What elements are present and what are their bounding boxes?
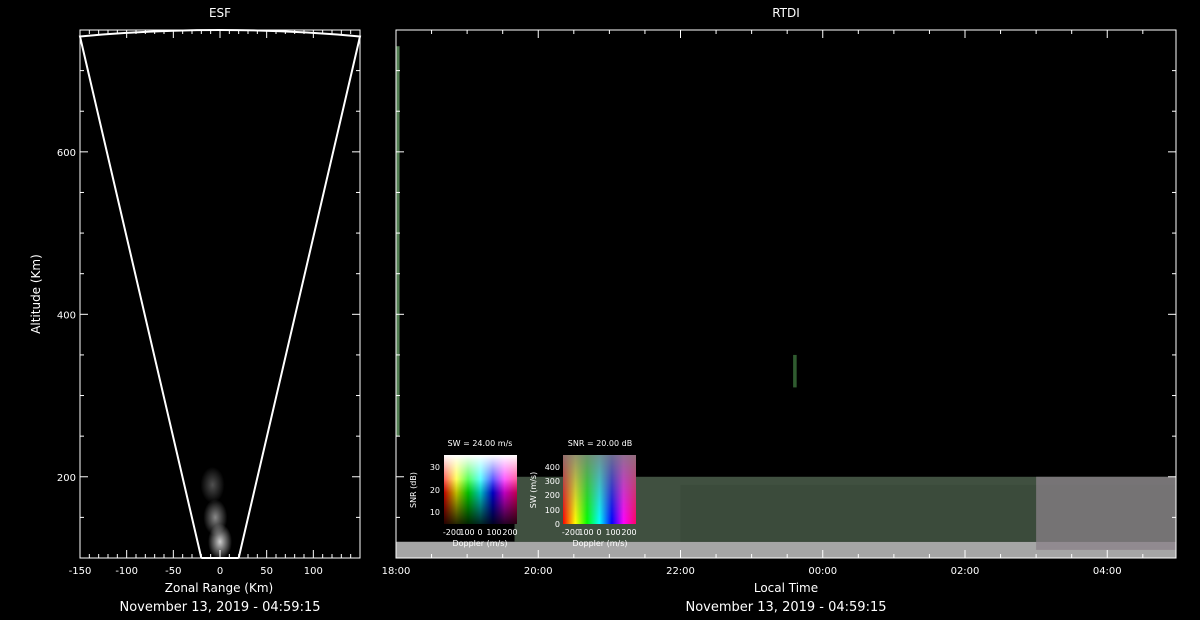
color-key-snr-ytick: 100 xyxy=(545,506,560,515)
color-key-sw-ylabel: SNR (dB) xyxy=(409,472,418,508)
esf-y-tick-label: 200 xyxy=(57,473,76,484)
color-key-sw: SW = 24.00 m/s SNR (dB) 30 20 10 -200 10… xyxy=(409,439,518,548)
color-key-sw-ytick: 10 xyxy=(430,508,440,517)
color-key-snr-ytick: 0 xyxy=(555,520,560,529)
color-key-snr-ytick: 200 xyxy=(545,491,560,500)
esf-ylabel: Altitude (Km) xyxy=(29,254,43,334)
esf-echo-blob xyxy=(203,499,228,536)
color-key-sw-title: SW = 24.00 m/s xyxy=(448,439,513,448)
color-key-sw-ytick: 20 xyxy=(430,486,440,495)
color-key-snr-ytick: 300 xyxy=(545,477,560,486)
rtdi-echo-region xyxy=(396,46,400,437)
esf-x-tick-label: -150 xyxy=(69,566,92,577)
color-key-snr-ytick: 400 xyxy=(545,463,560,472)
esf-x-tick-label: 50 xyxy=(260,566,273,577)
esf-footer-date: November 13, 2019 - 04:59:15 xyxy=(120,600,321,615)
esf-rtdi-figure: ESF -150 -100 -50 0 50 100200400600 Zonal Ran… xyxy=(29,6,1177,615)
rtdi-echo-region xyxy=(1036,476,1176,550)
color-key-snr-xtick: 0 xyxy=(596,528,601,537)
esf-x-tick-label: -50 xyxy=(165,566,181,577)
rtdi-xlabel: Local Time xyxy=(754,581,818,595)
esf-echo-blob xyxy=(200,466,225,503)
rtdi-title: RTDI xyxy=(772,6,800,20)
esf-y-tick-label: 600 xyxy=(57,148,76,159)
color-key-snr-xtick: 200 xyxy=(621,528,636,537)
color-key-sw-black-overlay xyxy=(444,455,517,524)
esf-title: ESF xyxy=(209,6,231,20)
rtdi-x-tick-label: 02:00 xyxy=(951,566,980,577)
rtdi-x-tick-label: 22:00 xyxy=(666,566,695,577)
color-key-sw-xtick: 0 xyxy=(477,528,482,537)
esf-x-tick-label: 0 xyxy=(217,566,223,577)
color-key-sw-xtick: 100 xyxy=(486,528,501,537)
rtdi-footer-date: November 13, 2019 - 04:59:15 xyxy=(686,600,887,615)
rtdi-echo-region xyxy=(793,354,797,388)
color-key-snr-xtick: 100 xyxy=(578,528,593,537)
color-key-snr-xtick: 100 xyxy=(605,528,620,537)
color-key-snr-xlabel: Doppler (m/s) xyxy=(572,539,627,548)
color-key-sw-xtick: -200 xyxy=(443,528,461,537)
color-key-sw-xlabel: Doppler (m/s) xyxy=(452,539,507,548)
color-key-snr-xtick: -200 xyxy=(562,528,580,537)
esf-panel: ESF -150 -100 -50 0 50 100 200 400 600 Zonal Ran… xyxy=(29,6,362,615)
esf-y-tick-label: 400 xyxy=(57,310,76,321)
rtdi-x-tick-label: 04:00 xyxy=(1093,566,1122,577)
color-key-snr-title: SNR = 20.00 dB xyxy=(568,439,632,448)
rtdi-x-tick-label: 18:00 xyxy=(382,566,411,577)
esf-xlabel: Zonal Range (Km) xyxy=(165,581,273,595)
rtdi-x-tick-label: 00:00 xyxy=(808,566,837,577)
color-key-sw-ytick: 30 xyxy=(430,463,440,472)
color-key-sw-xtick: 200 xyxy=(502,528,517,537)
color-key-snr-gray-overlay xyxy=(563,455,636,524)
rtdi-panel: RTDI 18:00 20:00 22:00 00:00 02:00 04:00 Loca… xyxy=(382,6,1177,615)
rtdi-x-tick-label: 20:00 xyxy=(524,566,553,577)
esf-x-tick-label: -100 xyxy=(115,566,138,577)
color-key-snr-ylabel: SW (m/s) xyxy=(529,472,538,508)
esf-data-layer xyxy=(78,29,362,560)
esf-x-tick-label: 100 xyxy=(304,566,323,577)
color-key-sw-xtick: 100 xyxy=(459,528,474,537)
